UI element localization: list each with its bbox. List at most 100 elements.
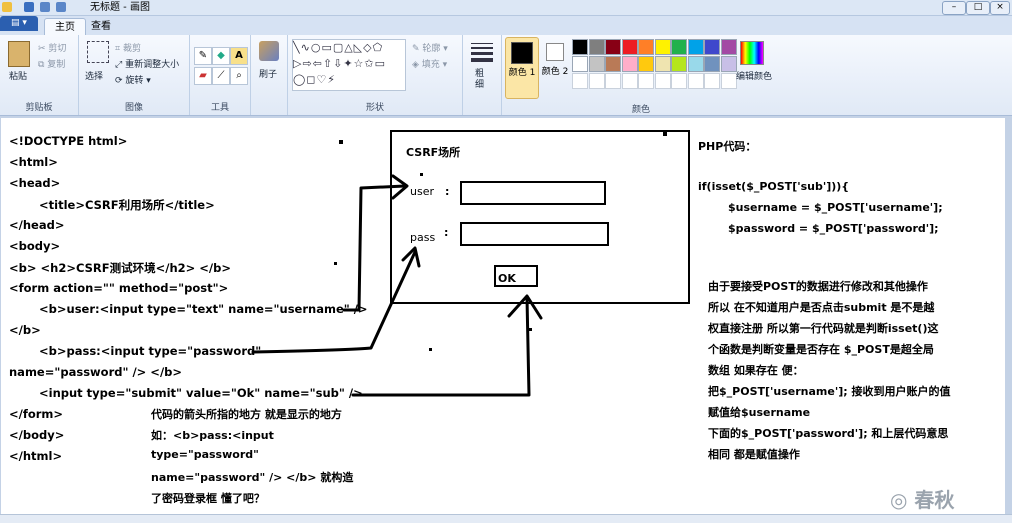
brush-icon[interactable] [259, 41, 279, 61]
custom-color-slot[interactable] [687, 73, 704, 89]
palette-swatch[interactable] [588, 39, 605, 55]
explanation-line: 下面的$_POST['password']; 和上层代码意思 [708, 427, 949, 440]
fill-label: 填充 [421, 60, 440, 70]
php-title: PHP代码： [698, 140, 757, 153]
color1-label: 颜色 1 [508, 68, 536, 78]
color-palette [572, 39, 737, 99]
window-title: 无标题 - 画图 [90, 2, 150, 13]
custom-color-slot[interactable] [638, 73, 654, 89]
title-bar: 无标题 - 画图 – □ × [0, 0, 1012, 16]
colors-group-label: 颜色 [632, 105, 651, 115]
explanation-line: 数组 如果存在 便： [708, 364, 804, 377]
tools-group-label: 工具 [210, 103, 229, 113]
palette-swatch[interactable] [588, 56, 605, 72]
copy-button[interactable]: ⧉ 复制 [38, 57, 65, 70]
paint-menu-button[interactable]: ▤ ▾ [0, 16, 38, 31]
undo-icon[interactable] [40, 2, 50, 12]
explanation-line: 权直接注册 所以第一行代码就是判断isset()这 [708, 322, 939, 335]
clipboard-group-label: 剪贴板 [25, 103, 53, 113]
palette-swatch[interactable] [671, 56, 687, 72]
palette-swatch[interactable] [638, 56, 654, 72]
outline-label: 轮廓 [422, 44, 441, 54]
arrows-overlay [251, 174, 543, 397]
size-button[interactable]: 粗细 [475, 69, 487, 91]
outline-button[interactable]: ✎ 轮廓 ▾ [412, 41, 448, 54]
cut-button[interactable]: ✂ 剪切 [38, 41, 66, 54]
palette-swatch[interactable] [621, 39, 638, 55]
palette-swatch[interactable] [605, 39, 621, 55]
drawing-canvas[interactable]: <!DOCTYPE html> <html> <head> <title>CSRF利用… [1, 118, 1005, 514]
magnifier-icon[interactable]: ⌕ [230, 67, 248, 85]
custom-color-slot[interactable] [588, 73, 605, 89]
close-button[interactable]: × [990, 1, 1010, 15]
clipboard-group: 粘贴 ✂ 剪切 ⧉ 复制 剪贴板 [0, 35, 79, 115]
palette-swatch[interactable] [671, 39, 687, 55]
explanation-line: 把$_POST['username']; 接收到用户账户的值 [708, 385, 951, 398]
palette-swatch[interactable] [605, 56, 621, 72]
palette-swatch[interactable] [687, 39, 704, 55]
tab-view[interactable]: 查看 [86, 18, 116, 35]
save-icon[interactable] [24, 2, 34, 12]
rotate-button[interactable]: ⟳ 旋转 ▾ [115, 73, 151, 86]
palette-swatch[interactable] [720, 39, 737, 55]
maximize-button[interactable]: □ [966, 1, 990, 15]
fill-button[interactable]: ◈ 填充 ▾ [412, 57, 447, 70]
brushes-button[interactable]: 刷子 [259, 67, 277, 80]
edit-colors-button[interactable]: 编辑颜色 [736, 69, 772, 82]
color2-button[interactable]: 颜色 2 [540, 37, 570, 97]
fill-icon[interactable]: ◆ [212, 47, 230, 65]
brushes-group: 刷子 [251, 35, 288, 115]
color1-button[interactable]: 颜色 1 [505, 37, 539, 99]
paste-button[interactable]: 粘贴 [9, 69, 27, 82]
text-icon[interactable]: A [230, 47, 248, 65]
ribbon-tab-bar: ▤ ▾ 主页 查看 [0, 16, 1012, 36]
rotate-label: 旋转 [125, 76, 144, 86]
custom-color-slot[interactable] [671, 73, 687, 89]
shapes-gallery[interactable]: ╲∿○▭▢△◺◇⬠ ▷⇨⇦⇧⇩✦☆✩▭ ◯◻♡⚡ [292, 39, 406, 91]
custom-color-slot[interactable] [720, 73, 737, 89]
explanation-line: 由于要接受POST的数据进行修改和其他操作 [708, 280, 928, 293]
resize-button[interactable]: ⤢ 重新调整大小 [115, 57, 179, 70]
submit-arrowhead [507, 294, 543, 320]
palette-swatch[interactable] [704, 39, 720, 55]
size-icon[interactable] [471, 43, 493, 62]
tools-group: ✎ ◆ A ▰ ⟋ ⌕ 工具 [190, 35, 251, 115]
color-picker-icon[interactable]: ⟋ [212, 67, 230, 85]
custom-color-slot[interactable] [654, 73, 671, 89]
select-button[interactable]: 选择 [85, 69, 103, 82]
palette-swatch[interactable] [687, 56, 704, 72]
pass-arrow [251, 250, 417, 354]
edit-colors-icon[interactable] [740, 41, 764, 65]
crop-label: 裁剪 [122, 44, 141, 54]
explanation-line: 赋值给$username [708, 406, 811, 419]
palette-swatch[interactable] [720, 56, 737, 72]
palette-swatch[interactable] [638, 39, 654, 55]
custom-color-slot[interactable] [572, 73, 588, 89]
paste-icon[interactable] [8, 41, 30, 67]
color2-swatch [546, 43, 564, 61]
pencil-icon[interactable]: ✎ [194, 47, 212, 65]
color2-label: 颜色 2 [541, 67, 569, 77]
ribbon: 粘贴 ✂ 剪切 ⧉ 复制 剪贴板 选择 ⌗ 裁剪 ⤢ 重新调整大小 ⟳ 旋转 ▾… [0, 35, 1012, 116]
crop-button[interactable]: ⌗ 裁剪 [115, 41, 141, 54]
palette-swatch[interactable] [572, 56, 588, 72]
php-line: $username = $_POST['username']; [728, 201, 943, 214]
palette-swatch[interactable] [621, 56, 638, 72]
eraser-icon[interactable]: ▰ [194, 67, 212, 85]
palette-swatch[interactable] [572, 39, 588, 55]
shapes-group: ╲∿○▭▢△◺◇⬠ ▷⇨⇦⇧⇩✦☆✩▭ ◯◻♡⚡ ✎ 轮廓 ▾ ◈ 填充 ▾ 形状 [288, 35, 463, 115]
palette-swatch[interactable] [654, 56, 671, 72]
cut-label: 剪切 [48, 44, 67, 54]
palette-swatch[interactable] [654, 39, 671, 55]
select-icon[interactable] [87, 41, 109, 63]
submit-arrow [351, 296, 531, 397]
custom-color-slot[interactable] [605, 73, 621, 89]
redo-icon[interactable] [56, 2, 66, 12]
tab-home[interactable]: 主页 [44, 18, 86, 36]
explanation-line: 所以 在不知道用户是否点击submit 是不是越 [708, 301, 935, 314]
custom-color-slot[interactable] [704, 73, 720, 89]
minimize-button[interactable]: – [942, 1, 966, 15]
image-group-label: 图像 [124, 103, 143, 113]
palette-swatch[interactable] [704, 56, 720, 72]
custom-color-slot[interactable] [621, 73, 638, 89]
